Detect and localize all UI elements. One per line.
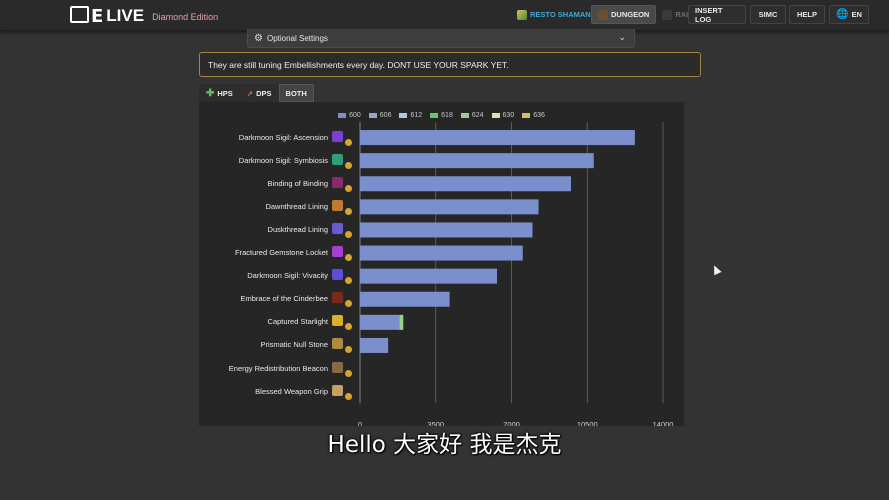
insert-log-button[interactable]: INSERT LOG bbox=[688, 5, 746, 24]
optional-settings-toggle[interactable]: ⚙ Optional Settings ⌄ bbox=[247, 29, 635, 48]
sword-icon: ➚ bbox=[246, 88, 254, 98]
bar-600[interactable] bbox=[360, 176, 572, 192]
metric-tabs: ✚ HPS ➚ DPS BOTH bbox=[199, 84, 314, 102]
nav-lang-wrap: 🌐 EN bbox=[829, 5, 869, 24]
language-label: EN bbox=[851, 10, 862, 19]
bar-600[interactable] bbox=[360, 291, 450, 307]
tab-both[interactable]: BOTH bbox=[278, 84, 314, 102]
bar-624[interactable] bbox=[399, 314, 404, 330]
video-subtitle: Hello 大家好 我是杰克 bbox=[327, 432, 562, 458]
edition-label: Diamond Edition bbox=[152, 12, 219, 22]
help-label: HELP bbox=[796, 10, 817, 19]
simc-label: SIMC bbox=[758, 10, 778, 19]
globe-icon: 🌐 bbox=[836, 9, 849, 20]
totem-icon bbox=[517, 9, 527, 20]
help-button[interactable]: HELP bbox=[789, 5, 825, 24]
nav-simc-wrap: SIMC bbox=[750, 5, 786, 24]
nav-actions: INSERT LOG bbox=[688, 5, 746, 24]
logo-live-text: LIVE bbox=[106, 6, 145, 25]
plus-icon: ✚ bbox=[206, 87, 215, 99]
simc-button[interactable]: SIMC bbox=[750, 5, 786, 24]
dungeon-label: DUNGEON bbox=[611, 10, 650, 19]
top-navigation-bar: QEE LIVE Diamond Edition RESTO SHAMAN DU… bbox=[0, 0, 889, 31]
app-logo[interactable]: QEE LIVE Diamond Edition bbox=[70, 5, 218, 27]
raid-icon bbox=[662, 9, 673, 20]
bar-600[interactable] bbox=[360, 268, 497, 284]
bar-600[interactable] bbox=[360, 153, 594, 169]
bar-chart: 0 3500 7000 10500 14000 bbox=[358, 122, 673, 426]
bar-600[interactable] bbox=[360, 130, 635, 146]
bar-600[interactable] bbox=[360, 222, 533, 238]
optional-settings-label: Optional Settings bbox=[266, 33, 328, 43]
nav-content-types: DUNGEON RAID bbox=[591, 5, 700, 24]
nav-spec-selector-wrap: RESTO SHAMAN bbox=[511, 5, 597, 24]
bar-600[interactable] bbox=[360, 314, 400, 330]
spec-selector-button[interactable]: RESTO SHAMAN bbox=[511, 5, 597, 24]
language-button[interactable]: 🌐 EN bbox=[829, 5, 869, 24]
tab-both-label: BOTH bbox=[285, 88, 307, 98]
tab-dps[interactable]: ➚ DPS bbox=[239, 84, 279, 102]
spec-label: RESTO SHAMAN bbox=[530, 10, 591, 19]
notice-text: They are still tuning Embellishments eve… bbox=[208, 59, 509, 70]
nav-help-wrap: HELP bbox=[789, 5, 825, 24]
bar-600[interactable] bbox=[360, 245, 523, 261]
tab-hps[interactable]: ✚ HPS bbox=[199, 84, 240, 102]
tab-dps-label: DPS bbox=[256, 88, 272, 98]
logo-mark: QEE bbox=[70, 5, 103, 27]
insert-log-label: INSERT LOG bbox=[695, 5, 723, 24]
chevron-down-icon: ⌄ bbox=[618, 32, 626, 42]
gear-icon: ⚙ bbox=[254, 32, 263, 44]
bar-600[interactable] bbox=[360, 337, 389, 353]
tab-hps-label: HPS bbox=[217, 88, 233, 98]
notice-banner: They are still tuning Embellishments eve… bbox=[199, 52, 701, 77]
dungeon-icon bbox=[598, 9, 608, 20]
dungeon-button[interactable]: DUNGEON bbox=[591, 5, 657, 24]
bar-600[interactable] bbox=[360, 199, 539, 215]
embellishment-chart-panel: 600 606 612 618 624 630 636 Darkmoon Sigil: As… bbox=[199, 102, 684, 426]
mouse-cursor-icon bbox=[710, 263, 722, 276]
